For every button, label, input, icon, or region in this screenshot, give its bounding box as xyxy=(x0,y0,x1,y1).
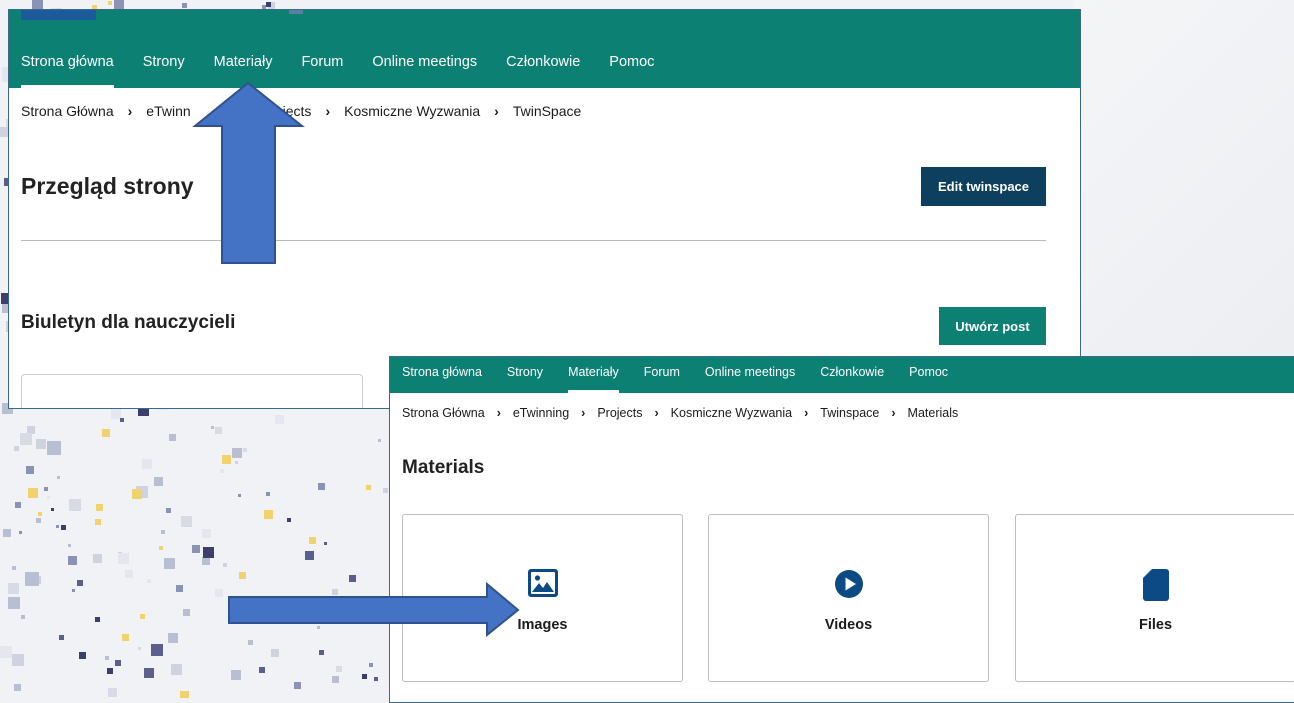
nav-forum[interactable]: Forum xyxy=(644,365,680,393)
nav-forum[interactable]: Forum xyxy=(301,54,343,88)
top-navigation: Strona główna Strony Materiały Forum Onl… xyxy=(390,357,1294,393)
create-post-button[interactable]: Utwórz post xyxy=(939,307,1046,345)
file-icon xyxy=(1142,569,1169,601)
videos-label: Videos xyxy=(824,617,873,633)
divider xyxy=(21,240,1046,241)
post-card[interactable] xyxy=(21,374,363,408)
nav-materialy[interactable]: Materiały xyxy=(214,54,273,88)
edit-twinspace-button[interactable]: Edit twinspace xyxy=(921,167,1046,206)
nav-strony[interactable]: Strony xyxy=(507,365,543,393)
chevron-right-icon: › xyxy=(325,103,331,119)
decorative-background-right xyxy=(1074,0,1294,360)
image-icon xyxy=(527,569,558,597)
nav-online-meetings[interactable]: Online meetings xyxy=(705,365,795,393)
nav-pomoc[interactable]: Pomoc xyxy=(609,54,654,88)
nav-strony[interactable]: Strony xyxy=(143,54,185,88)
page-title: Przegląd strony xyxy=(21,173,194,199)
section-title: Biuletyn dla nauczycieli xyxy=(21,312,236,333)
images-label: Images xyxy=(517,617,568,633)
breadcrumb-twinspace: TwinSpace xyxy=(512,103,582,119)
breadcrumb-projects[interactable]: Projects xyxy=(597,406,642,420)
files-card[interactable]: Files xyxy=(1015,514,1294,682)
chevron-right-icon: › xyxy=(581,406,586,420)
chevron-right-icon: › xyxy=(891,406,896,420)
nav-online-meetings[interactable]: Online meetings xyxy=(372,54,477,88)
nav-strona-glowna[interactable]: Strona główna xyxy=(21,54,114,88)
materials-window: Strona główna Strony Materiały Forum Onl… xyxy=(389,356,1294,703)
breadcrumb-etwinning[interactable]: eTwinning xyxy=(513,406,569,420)
nav-strona-glowna[interactable]: Strona główna xyxy=(402,365,482,393)
nav-czlonkowie[interactable]: Członkowie xyxy=(506,54,580,88)
breadcrumb: Strona Główna › eTwinning › Projects › K… xyxy=(402,406,958,420)
breadcrumb-home[interactable]: Strona Główna xyxy=(402,406,485,420)
breadcrumb-materials: Materials xyxy=(907,406,959,420)
nav-materialy[interactable]: Materiały xyxy=(568,365,619,393)
breadcrumb: Strona Główna › eTwinn jects › Kosmiczne… xyxy=(21,103,581,119)
videos-card[interactable]: Videos xyxy=(708,514,989,682)
header-fragment xyxy=(289,10,303,14)
breadcrumb-projects[interactable]: jects xyxy=(283,103,312,119)
page-title: Materials xyxy=(402,457,485,478)
breadcrumb-kosmiczne-wyzwania[interactable]: Kosmiczne Wyzwania xyxy=(344,103,480,119)
chevron-right-icon: › xyxy=(804,406,809,420)
images-card[interactable]: Images xyxy=(402,514,683,682)
top-navigation: Strona główna Strony Materiały Forum Onl… xyxy=(9,10,1080,88)
breadcrumb-kosmiczne-wyzwania[interactable]: Kosmiczne Wyzwania xyxy=(671,406,792,420)
chevron-right-icon: › xyxy=(654,406,659,420)
files-label: Files xyxy=(1138,617,1173,633)
breadcrumb-home[interactable]: Strona Główna xyxy=(21,103,114,119)
breadcrumb-etwinning[interactable]: eTwinn xyxy=(146,103,190,119)
chevron-right-icon: › xyxy=(494,103,499,119)
chevron-right-icon: › xyxy=(127,103,133,119)
nav-pomoc[interactable]: Pomoc xyxy=(909,365,948,393)
logo-strip xyxy=(21,10,96,20)
twinspace-overview-window: Strona główna Strony Materiały Forum Onl… xyxy=(8,9,1081,409)
play-circle-icon xyxy=(834,570,863,598)
breadcrumb-twinspace[interactable]: Twinspace xyxy=(820,406,879,420)
chevron-right-icon: › xyxy=(496,406,501,420)
nav-czlonkowie[interactable]: Członkowie xyxy=(820,365,884,393)
